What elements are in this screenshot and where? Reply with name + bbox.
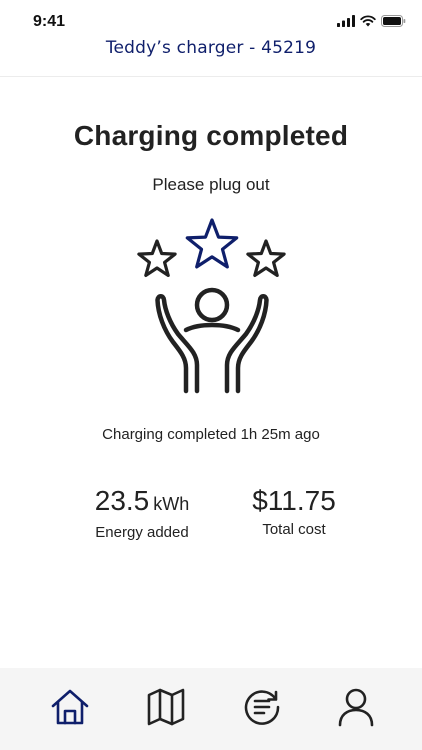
energy-value-row: 23.5 kWh <box>78 484 206 521</box>
battery-icon <box>381 15 406 27</box>
signal-icon <box>337 15 355 27</box>
status-icons <box>337 15 406 27</box>
status-time: 9:41 <box>33 13 66 30</box>
charging-completed-screen: 9:41 Teddy’s charger - 45219 Charging co… <box>0 0 422 750</box>
history-icon <box>244 690 280 725</box>
charger-title: Teddy’s charger - 45219 <box>105 38 317 58</box>
person-body-icon <box>155 294 200 394</box>
nav-history-button[interactable] <box>241 686 283 728</box>
profile-icon <box>338 688 374 727</box>
nav-profile-button[interactable] <box>335 686 377 728</box>
completed-time-note: Charging completed 1h 25m ago <box>102 426 320 443</box>
nav-home-button[interactable] <box>49 686 91 728</box>
header: Teddy’s charger - 45219 <box>0 30 422 77</box>
star-right-icon <box>246 239 286 277</box>
page-title: Charging completed <box>73 120 349 151</box>
energy-unit: kWh <box>153 494 190 514</box>
star-left-icon <box>137 239 177 277</box>
energy-label: Energy added <box>95 524 189 541</box>
total-cost-stat: $11.75 Total cost <box>232 484 356 538</box>
home-icon <box>51 689 89 725</box>
celebration-illustration <box>137 218 286 394</box>
cost-label: Total cost <box>262 521 326 538</box>
cost-value: $11.75 <box>252 485 336 516</box>
person-shoulders-icon <box>183 322 241 333</box>
person-body-right-icon <box>224 294 269 394</box>
bottom-navigation <box>0 668 422 750</box>
nav-map-button[interactable] <box>145 686 187 728</box>
plug-out-instruction: Please plug out <box>152 175 270 194</box>
person-head-icon <box>194 287 230 323</box>
star-center-icon <box>185 218 239 269</box>
wifi-icon <box>360 15 376 27</box>
map-icon <box>147 688 185 726</box>
energy-added-stat: 23.5 kWh Energy added <box>78 484 206 541</box>
energy-value: 23.5 <box>94 485 150 516</box>
